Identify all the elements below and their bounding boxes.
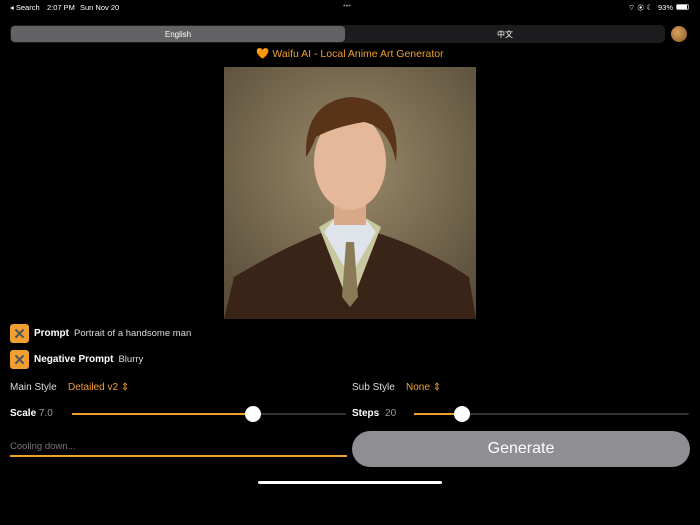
sub-style-label: Sub Style [352, 382, 395, 393]
status-back[interactable]: ◂ Search [10, 3, 40, 12]
status-date: Sun Nov 20 [80, 3, 120, 12]
generate-button[interactable]: Generate [352, 431, 690, 467]
language-chinese[interactable]: 中文 [346, 26, 664, 42]
progress-bar [10, 455, 347, 457]
steps-slider-thumb[interactable] [454, 406, 471, 422]
clear-negative-prompt-button[interactable]: ✕ [10, 350, 29, 369]
sub-style-picker[interactable]: None ⇕ [406, 382, 441, 393]
multitask-dots[interactable]: ••• [343, 1, 351, 10]
steps-value: 20 [385, 408, 397, 419]
scale-label: Scale [10, 408, 37, 419]
wifi-icon: ⌔ ◉ ☾ [628, 3, 653, 12]
app-title: 🧡 Waifu AI - Local Anime Art Generator [256, 48, 444, 60]
chevron-updown-icon: ⇕ [120, 382, 130, 393]
clear-prompt-button[interactable]: ✕ [10, 324, 29, 343]
generated-image [224, 67, 476, 319]
prompt-label: Prompt [34, 328, 69, 339]
negative-prompt-label: Negative Prompt [34, 354, 114, 365]
scale-slider-thumb[interactable] [244, 406, 261, 422]
main-style-label: Main Style [10, 382, 57, 393]
language-english[interactable]: English [11, 26, 345, 42]
cookie-icon[interactable] [671, 26, 687, 42]
negative-prompt-input[interactable]: Blurry [118, 354, 143, 365]
prompt-input[interactable]: Portrait of a handsome man [74, 328, 191, 339]
main-style-picker[interactable]: Detailed v2 ⇕ [68, 382, 129, 393]
language-selector[interactable]: English 中文 [10, 25, 665, 43]
steps-label: Steps [352, 408, 380, 419]
battery-icon [676, 4, 689, 10]
scale-slider[interactable] [72, 406, 346, 422]
status-time: 2:07 PM [47, 3, 75, 12]
heart-icon: 🧡 [256, 48, 270, 60]
chevron-updown-icon: ⇕ [432, 382, 442, 393]
home-indicator [258, 481, 442, 484]
battery-percent: 93% [658, 3, 674, 12]
scale-value: 7.0 [38, 408, 53, 419]
status-text: Cooling down... [10, 441, 76, 452]
steps-slider[interactable] [414, 406, 689, 422]
